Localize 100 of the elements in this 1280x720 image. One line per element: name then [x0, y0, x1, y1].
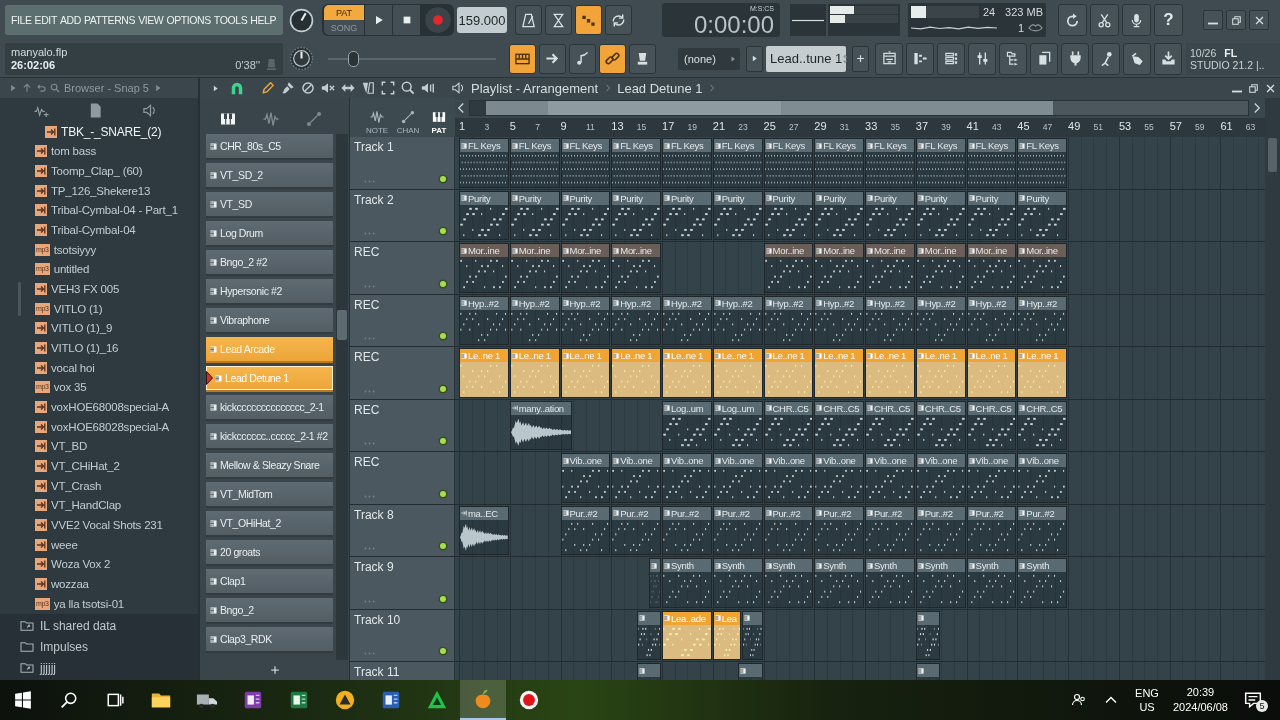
channel-item[interactable]: Log Drum [206, 221, 333, 247]
browser-item[interactable]: wozzaa [35, 574, 198, 594]
pattern-clip[interactable]: FL Keys [865, 138, 915, 188]
pattern-clip[interactable]: Mor..ine [611, 243, 661, 293]
pattern-clip[interactable]: Purity [1017, 190, 1068, 240]
piano-roll-button[interactable] [906, 42, 934, 75]
status-led-icon[interactable] [438, 331, 448, 341]
toggle-button[interactable] [569, 43, 596, 74]
pattern-clip[interactable]: Vib..one [662, 453, 712, 503]
pattern-clip[interactable]: Vib..one [763, 453, 814, 503]
pattern-clip[interactable]: Hyp..#2 [662, 295, 712, 345]
pattern-clip[interactable]: Mor..ine [763, 243, 814, 293]
caret-icon[interactable] [8, 83, 18, 93]
status-led-icon[interactable] [438, 541, 448, 551]
pattern-clip[interactable]: CHR..C5 [915, 400, 966, 450]
track-header[interactable]: REC [350, 294, 455, 346]
channel-item[interactable]: Clap3_RDK [206, 627, 333, 653]
toggle-button[interactable] [539, 43, 566, 74]
pattern-clip[interactable]: Log..um [712, 400, 763, 450]
pattern-clip[interactable]: Purity [560, 190, 611, 240]
pattern-clip[interactable]: Mor..ine [865, 243, 915, 293]
toggle-button[interactable] [629, 43, 656, 74]
toggle-button[interactable] [599, 43, 626, 74]
menu-item[interactable]: ADD [59, 14, 81, 26]
plugin-button[interactable] [1061, 42, 1089, 75]
browser-item[interactable]: VITLO (1)_9 [35, 318, 198, 339]
tool-button[interactable] [280, 80, 296, 96]
tool-button[interactable] [400, 80, 416, 96]
toggle-button[interactable] [509, 43, 536, 74]
pattern-clip[interactable]: Purity [662, 190, 712, 240]
pattern-selector[interactable]: Lead..tune 1 [766, 45, 846, 72]
pattern-clip[interactable]: Synth [1017, 558, 1068, 608]
close-icon[interactable] [1265, 82, 1276, 94]
browser-item[interactable]: Woza Vox 2 [35, 554, 198, 575]
audio-clip[interactable]: ma..EC [459, 505, 509, 555]
audio-clip[interactable]: many..ation [509, 400, 573, 450]
pattern-clip[interactable]: Pur..#2 [915, 505, 966, 555]
export-button[interactable] [1154, 42, 1182, 75]
pattern-clip[interactable]: FL Keys [966, 138, 1017, 188]
pattern-clip[interactable]: Synth [915, 558, 966, 608]
stop-button[interactable] [393, 5, 420, 35]
song-overview[interactable] [469, 100, 1249, 116]
status-led-icon[interactable] [438, 226, 448, 236]
pattern-clip[interactable]: Hyp..#2 [966, 295, 1017, 345]
browser-item[interactable]: VITLO (1)_16 [35, 338, 198, 358]
toggle-button[interactable] [515, 5, 542, 35]
pattern-clip[interactable]: Hyp..#2 [814, 295, 865, 345]
pattern-clip[interactable]: Purity [459, 190, 509, 240]
pattern-clip[interactable]: Purity [865, 190, 915, 240]
pattern-clip[interactable]: FL Keys [814, 138, 865, 188]
mode-option[interactable]: PAT [324, 5, 364, 20]
toggle-button[interactable] [575, 5, 602, 35]
knob[interactable] [289, 7, 314, 33]
pattern-clip[interactable]: Mor..ine [509, 243, 560, 293]
toggle-button[interactable] [605, 5, 632, 35]
track-header[interactable]: REC [350, 242, 455, 294]
browser-folder[interactable]: Impulses [20, 636, 198, 658]
menu-item[interactable]: TOOLS [213, 14, 248, 26]
vertical-scrollbar[interactable] [336, 134, 348, 660]
pattern-clip[interactable]: FL Keys [1017, 138, 1068, 188]
play-button[interactable] [365, 5, 392, 35]
cut-button[interactable] [1090, 4, 1119, 36]
filter-button[interactable]: CHAN [393, 98, 423, 137]
up-arrow-icon[interactable] [22, 83, 32, 93]
pattern-clip[interactable]: Pur..#2 [865, 505, 915, 555]
pattern-clip[interactable]: Pur..#2 [560, 505, 611, 555]
people-icon[interactable] [1071, 692, 1088, 708]
playlist-button[interactable] [875, 42, 903, 75]
pattern-clip[interactable]: Vib..one [560, 453, 611, 503]
channel-item[interactable]: kickcccccccccccccc_2-1 [206, 395, 333, 421]
pattern-clip[interactable]: FL Keys [763, 138, 814, 188]
tool-button[interactable] [300, 80, 316, 96]
microphone-button[interactable] [1122, 4, 1151, 36]
browser-item[interactable]: voxHOE68008special-A [35, 397, 198, 417]
pattern-clip[interactable]: Pur..#2 [611, 505, 661, 555]
mode-option[interactable]: SONG [324, 20, 364, 35]
pattern-clip[interactable]: FL Keys [459, 138, 509, 188]
pattern-clip[interactable]: Pur..#2 [763, 505, 814, 555]
tag-button[interactable] [1123, 42, 1151, 75]
close-button[interactable] [1249, 10, 1269, 30]
pattern-clip[interactable]: Synth [966, 558, 1017, 608]
pattern-clip[interactable]: Purity [712, 190, 763, 240]
add-pattern-button[interactable] [852, 45, 869, 72]
browser-folder[interactable]: jjjjjj [20, 657, 198, 679]
source-dropdown[interactable]: (none) [678, 47, 740, 70]
pattern-clip[interactable]: CHR..C5 [1017, 400, 1068, 450]
pattern-clip[interactable]: Synth [712, 558, 763, 608]
pattern-clip[interactable]: Mor..ine [966, 243, 1017, 293]
pattern-clip[interactable]: Pur..#2 [712, 505, 763, 555]
caret-icon[interactable] [211, 83, 220, 93]
pattern-clip[interactable] [636, 610, 662, 660]
pattern-clip[interactable]: CHR..C5 [814, 400, 865, 450]
menu-item[interactable]: HELP [250, 14, 277, 26]
browser-item[interactable]: VT_HandClap [35, 495, 198, 516]
pattern-clip[interactable]: Vib..one [814, 453, 865, 503]
pattern-clip[interactable]: Hyp..#2 [560, 295, 611, 345]
vertical-scrollbar[interactable] [1265, 98, 1280, 680]
mode-switch[interactable]: PAT SONG [324, 5, 364, 35]
filter-button[interactable]: PAT [424, 98, 454, 137]
browser-item[interactable]: VT_BD [35, 436, 198, 457]
